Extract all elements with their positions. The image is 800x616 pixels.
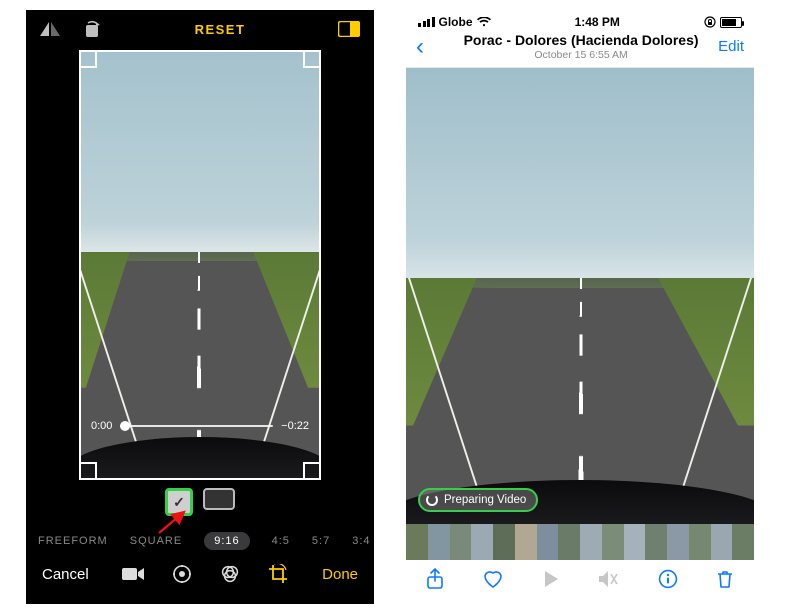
thumbnail[interactable]: [689, 524, 711, 560]
favorite-icon[interactable]: [482, 569, 504, 589]
thumbnail[interactable]: [667, 524, 689, 560]
ratio-option-selected[interactable]: 9:16: [204, 532, 249, 550]
preparing-video-label: Preparing Video: [444, 494, 526, 506]
nav-bar: ‹ Porac - Dolores (Hacienda Dolores) Oct…: [406, 30, 754, 68]
crop-frame[interactable]: 0:00 −0:22: [79, 50, 321, 480]
trim-start-time: 0:00: [91, 420, 112, 432]
thumbnail[interactable]: [711, 524, 733, 560]
orientation-lock-icon: [704, 16, 716, 28]
play-icon[interactable]: [543, 570, 559, 588]
thumbnail[interactable]: [645, 524, 667, 560]
ratio-option[interactable]: SQUARE: [130, 535, 182, 547]
photos-viewer-screen: Globe 1:48 PM ‹ Porac - Dolores (Haciend…: [406, 10, 754, 604]
thumbnail[interactable]: [558, 524, 580, 560]
landscape-orientation-button[interactable]: [203, 488, 235, 510]
viewer-toolbar: [406, 560, 754, 596]
filters-tool-icon[interactable]: [220, 564, 240, 584]
thumbnail[interactable]: [471, 524, 493, 560]
thumbnail[interactable]: [602, 524, 624, 560]
rotate-icon[interactable]: [82, 20, 102, 38]
thumbnail[interactable]: [493, 524, 515, 560]
carrier-label: Globe: [439, 15, 473, 29]
signal-icon: [418, 17, 435, 27]
thumbnail[interactable]: [515, 524, 537, 560]
cancel-button[interactable]: Cancel: [42, 566, 89, 583]
thumbnail[interactable]: [624, 524, 646, 560]
thumbnail[interactable]: [406, 524, 428, 560]
aspect-ratio-row[interactable]: FREEFORM SQUARE 9:16 4:5 5:7 3:4 3:5: [26, 516, 374, 550]
video-trim-bar[interactable]: 0:00 −0:22: [91, 420, 309, 432]
video-tool-icon[interactable]: [122, 566, 144, 582]
thumbnail[interactable]: [732, 524, 754, 560]
ratio-option[interactable]: 4:5: [272, 535, 290, 547]
edit-button[interactable]: Edit: [718, 38, 744, 55]
info-icon[interactable]: [658, 569, 678, 589]
reset-button[interactable]: RESET: [195, 22, 246, 37]
flip-horizontal-icon[interactable]: [40, 20, 60, 38]
thumbnail-strip[interactable]: [406, 524, 754, 560]
aspect-ratio-icon[interactable]: [338, 21, 360, 37]
ratio-option[interactable]: 5:7: [312, 535, 330, 547]
battery-icon: [720, 17, 742, 28]
ratio-option[interactable]: FREEFORM: [38, 535, 108, 547]
done-button[interactable]: Done: [322, 566, 358, 583]
location-title: Porac - Dolores (Hacienda Dolores): [444, 32, 718, 48]
share-icon[interactable]: [426, 568, 444, 590]
clock-label: 1:48 PM: [575, 15, 620, 29]
thumbnail[interactable]: [580, 524, 602, 560]
spinner-icon: [426, 494, 438, 506]
status-bar: Globe 1:48 PM: [406, 10, 754, 30]
back-button[interactable]: ‹: [416, 33, 444, 61]
mute-icon[interactable]: [597, 570, 619, 588]
wifi-icon: [477, 17, 491, 27]
orientation-picker: [26, 482, 374, 516]
media-viewport[interactable]: Preparing Video: [406, 68, 754, 524]
editor-bottom-toolbar: Cancel Done: [26, 550, 374, 594]
trash-icon[interactable]: [716, 569, 734, 589]
thumbnail[interactable]: [450, 524, 472, 560]
crop-editor-screen: RESET 0:00 −0:22: [26, 10, 374, 604]
ratio-option[interactable]: 3:4: [352, 535, 370, 547]
crop-tool-icon[interactable]: [268, 564, 288, 584]
editor-top-toolbar: RESET: [26, 10, 374, 44]
thumbnail[interactable]: [537, 524, 559, 560]
adjust-tool-icon[interactable]: [172, 564, 192, 584]
annotation-arrow-icon: [156, 508, 190, 536]
trim-end-time: −0:22: [281, 420, 309, 432]
thumbnail[interactable]: [428, 524, 450, 560]
preparing-video-badge: Preparing Video: [418, 488, 538, 512]
datetime-subtitle: October 15 6:55 AM: [444, 49, 718, 61]
